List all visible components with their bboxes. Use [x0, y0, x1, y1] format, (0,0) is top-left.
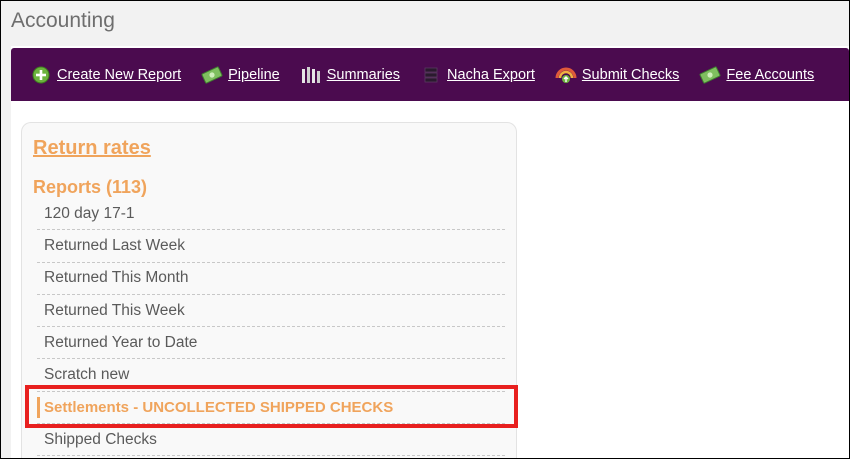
- report-item[interactable]: Returned Last Week: [37, 230, 505, 263]
- report-item[interactable]: Shipped Checks: [37, 424, 505, 457]
- money-icon: [201, 64, 223, 86]
- page-title: Accounting: [11, 9, 115, 32]
- nacha-export-label: Nacha Export: [447, 66, 535, 83]
- report-item[interactable]: Returned This Week: [37, 295, 505, 328]
- summaries-button[interactable]: Summaries: [300, 64, 400, 86]
- fee-accounts-label: Fee Accounts: [726, 66, 815, 83]
- money-icon: [699, 64, 721, 86]
- reports-heading: Reports (113): [33, 177, 148, 197]
- database-icon: [420, 64, 442, 86]
- submit-checks-button[interactable]: Submit Checks: [555, 64, 680, 86]
- pipeline-button[interactable]: Pipeline: [201, 64, 280, 86]
- pipeline-label: Pipeline: [228, 66, 280, 83]
- create-new-report-label: Create New Report: [57, 66, 182, 83]
- columns-icon: [300, 64, 322, 86]
- summaries-label: Summaries: [326, 66, 401, 83]
- fee-accounts-button[interactable]: Fee Accounts: [699, 64, 814, 86]
- return-rates-link[interactable]: Return rates: [33, 137, 151, 160]
- nacha-export-button[interactable]: Nacha Export: [420, 64, 535, 86]
- report-item[interactable]: Returned Year to Date: [37, 327, 505, 360]
- create-new-report-button[interactable]: Create New Report: [30, 64, 181, 86]
- submit-icon: [555, 64, 577, 86]
- highlight-annotation: [25, 385, 518, 428]
- report-item[interactable]: 120 day 17-1: [37, 198, 505, 231]
- submit-checks-label: Submit Checks: [581, 66, 680, 83]
- plus-circle-icon: [30, 64, 52, 86]
- toolbar: Create New Report Pipeline Summaries Nac…: [11, 48, 849, 101]
- report-item[interactable]: Returned This Month: [37, 263, 505, 295]
